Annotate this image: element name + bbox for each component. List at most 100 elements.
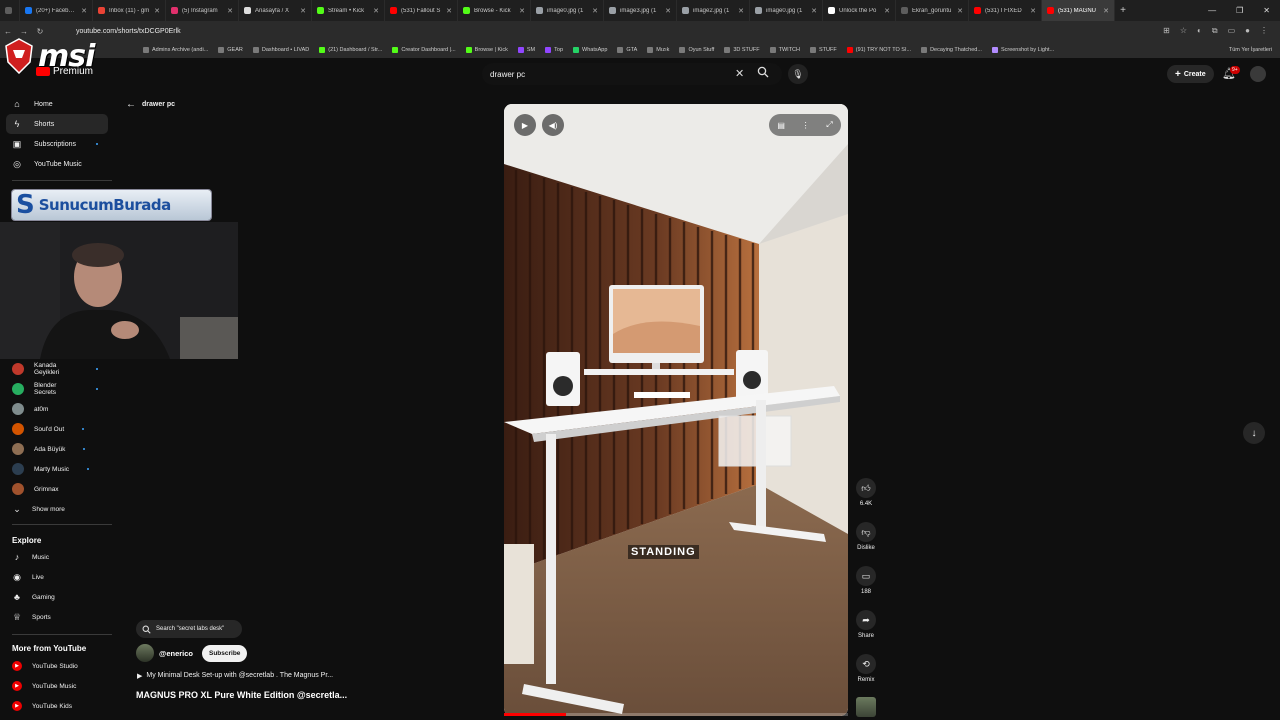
- show-more-button[interactable]: ⌄ Show more: [6, 499, 108, 519]
- tab-close-icon[interactable]: ✕: [592, 7, 598, 15]
- bookmark-item[interactable]: (91) TRY NOT TO SI...: [842, 46, 916, 53]
- browser-tab[interactable]: [0, 0, 20, 21]
- sidebar-item-shorts[interactable]: ϟ Shorts: [6, 114, 108, 134]
- browser-tab[interactable]: (531) I FIXED ✕: [969, 0, 1042, 21]
- volume-button[interactable]: ◀): [542, 114, 564, 136]
- sidebar-item-home[interactable]: ⌂ Home: [6, 94, 108, 114]
- subscription-item[interactable]: at0m: [6, 399, 108, 419]
- forward-arrow-icon[interactable]: →: [16, 27, 32, 36]
- fullscreen-icon[interactable]: ⤢: [826, 120, 832, 130]
- sidebar-item-subscriptions[interactable]: ▣ Subscriptions: [6, 134, 108, 154]
- browser-tab[interactable]: image0.jpg (1 ✕: [531, 0, 604, 21]
- bookmark-item[interactable]: Mızık: [642, 46, 674, 53]
- linked-video[interactable]: ▶ My Minimal Desk Set-up with @secretlab…: [137, 672, 333, 680]
- tab-close-icon[interactable]: ✕: [665, 7, 671, 15]
- menu-dots-icon[interactable]: ⋮: [1260, 26, 1268, 36]
- like-action[interactable]: 👍︎ 6.4K: [852, 478, 880, 507]
- bookmark-item[interactable]: Creator Dashboard |...: [387, 46, 460, 53]
- create-button[interactable]: + Create: [1167, 65, 1214, 83]
- bookmark-item[interactable]: STUFF: [805, 46, 842, 53]
- browser-tab[interactable]: (5) Instagram ✕: [166, 0, 239, 21]
- channel-avatar[interactable]: [136, 644, 154, 662]
- subscription-item[interactable]: Soul'd Out: [6, 419, 108, 439]
- browser-tab[interactable]: Unlock the Po ✕: [823, 0, 896, 21]
- puzzle-icon[interactable]: ⧉: [1212, 26, 1218, 36]
- bookmark-item[interactable]: Oyun Stuff: [674, 46, 719, 53]
- sidebar-item-youtube-music[interactable]: ◎ YouTube Music: [6, 154, 108, 174]
- browser-tab[interactable]: image3.jpg (1 ✕: [604, 0, 677, 21]
- sidepanel-icon[interactable]: ▭: [1228, 26, 1236, 36]
- tab-close-icon[interactable]: ✕: [81, 7, 87, 15]
- explore-item-music[interactable]: ♪ Music: [6, 547, 108, 567]
- tab-close-icon[interactable]: ✕: [957, 7, 963, 15]
- bookmark-item[interactable]: WhatsApp: [568, 46, 612, 53]
- browser-tab[interactable]: Anasayfa / X ✕: [239, 0, 312, 21]
- share-action[interactable]: ➦ Share: [852, 610, 880, 639]
- profile-icon[interactable]: ●: [1245, 26, 1250, 36]
- sound-thumbnail[interactable]: [856, 697, 876, 717]
- more-item[interactable]: ▶ YouTube Studio: [6, 656, 108, 676]
- browser-tab[interactable]: (531) Fallout S ✕: [385, 0, 458, 21]
- bookmark-item[interactable]: Browse | Kick: [461, 46, 513, 53]
- tab-close-icon[interactable]: ✕: [300, 7, 306, 15]
- tab-close-icon[interactable]: ✕: [519, 7, 525, 15]
- extension-icon[interactable]: ◐: [1197, 26, 1202, 36]
- subscription-item[interactable]: Marty Music: [6, 459, 108, 479]
- bookmark-item[interactable]: Dashboard • LIVAD: [248, 46, 314, 53]
- browser-tab[interactable]: Browse - Kick ✕: [458, 0, 531, 21]
- reload-icon[interactable]: ↻: [32, 27, 48, 36]
- short-title[interactable]: MAGNUS PRO XL Pure White Edition @secret…: [136, 690, 347, 700]
- maximize-icon[interactable]: ❐: [1236, 6, 1243, 15]
- subscription-item[interactable]: Kanada Geyikleri: [6, 359, 108, 379]
- browser-tab[interactable]: Inbox (11) - gm ✕: [93, 0, 166, 21]
- video-progress-bar[interactable]: [504, 713, 848, 716]
- explore-item-gaming[interactable]: ♣ Gaming: [6, 587, 108, 607]
- bookmark-item[interactable]: Top: [540, 46, 568, 53]
- play-button[interactable]: ▶: [514, 114, 536, 136]
- browser-tab[interactable]: (20+) Facebook ✕: [20, 0, 93, 21]
- voice-search-button[interactable]: 🎙: [788, 64, 808, 84]
- close-window-icon[interactable]: ✕: [1263, 6, 1270, 15]
- bookmark-star-icon[interactable]: ☆: [1180, 26, 1187, 36]
- bookmark-item[interactable]: Decaying Thatched...: [916, 46, 987, 53]
- more-item[interactable]: ▶ YouTube Music: [6, 676, 108, 696]
- more-item[interactable]: ▶ YouTube Kids: [6, 696, 108, 716]
- bookmark-item[interactable]: Screenshot by Light...: [987, 46, 1059, 53]
- clear-search-icon[interactable]: ✕: [735, 67, 744, 80]
- tab-close-icon[interactable]: ✕: [1030, 7, 1036, 15]
- related-search-chip[interactable]: Search "secret labs desk": [136, 620, 242, 638]
- subscribe-button[interactable]: Subscribe: [202, 644, 248, 662]
- tab-close-icon[interactable]: ✕: [738, 7, 744, 15]
- tab-close-icon[interactable]: ✕: [446, 7, 452, 15]
- minimize-icon[interactable]: —: [1208, 6, 1216, 15]
- shorts-video-player[interactable]: [504, 104, 848, 716]
- bookmark-item[interactable]: 3D STUFF: [719, 46, 764, 53]
- back-arrow-icon[interactable]: ←: [0, 27, 16, 36]
- tab-close-icon[interactable]: ✕: [884, 7, 890, 15]
- account-avatar[interactable]: [1250, 66, 1266, 82]
- subscription-item[interactable]: Ada Büyük: [6, 439, 108, 459]
- channel-name[interactable]: @enerico: [159, 649, 193, 658]
- more-options-icon[interactable]: ⋮: [802, 121, 810, 130]
- bookmark-item[interactable]: (21) Dashboard / Str...: [314, 46, 387, 53]
- captions-icon[interactable]: ▤: [777, 121, 785, 130]
- youtube-logo[interactable]: Premium: [36, 66, 93, 77]
- remix-action[interactable]: ⟲ Remix: [852, 654, 880, 683]
- explore-item-live[interactable]: ◉ Live: [6, 567, 108, 587]
- bookmark-item[interactable]: Admins Archive (andi...: [138, 46, 213, 53]
- subscription-item[interactable]: Grimnax: [6, 479, 108, 499]
- search-icon[interactable]: [757, 66, 769, 81]
- explore-item-sports[interactable]: ♕ Sports: [6, 607, 108, 627]
- dislike-action[interactable]: 👎︎ Dislike: [852, 522, 880, 551]
- all-bookmarks[interactable]: Tüm Yer İşaretleri: [1224, 47, 1280, 53]
- install-icon[interactable]: ⊞: [1163, 26, 1170, 36]
- browser-tab[interactable]: image2.jpg (1 ✕: [677, 0, 750, 21]
- bookmark-item[interactable]: TWITCH: [765, 46, 805, 53]
- bookmark-item[interactable]: GTA: [612, 46, 642, 53]
- new-tab-button[interactable]: +: [1115, 5, 1131, 16]
- tab-close-icon[interactable]: ✕: [373, 7, 379, 15]
- subscription-item[interactable]: Blender Secrets: [6, 379, 108, 399]
- tab-close-icon[interactable]: ✕: [811, 7, 817, 15]
- tab-close-icon[interactable]: ✕: [154, 7, 160, 15]
- bookmark-item[interactable]: SM: [513, 46, 540, 53]
